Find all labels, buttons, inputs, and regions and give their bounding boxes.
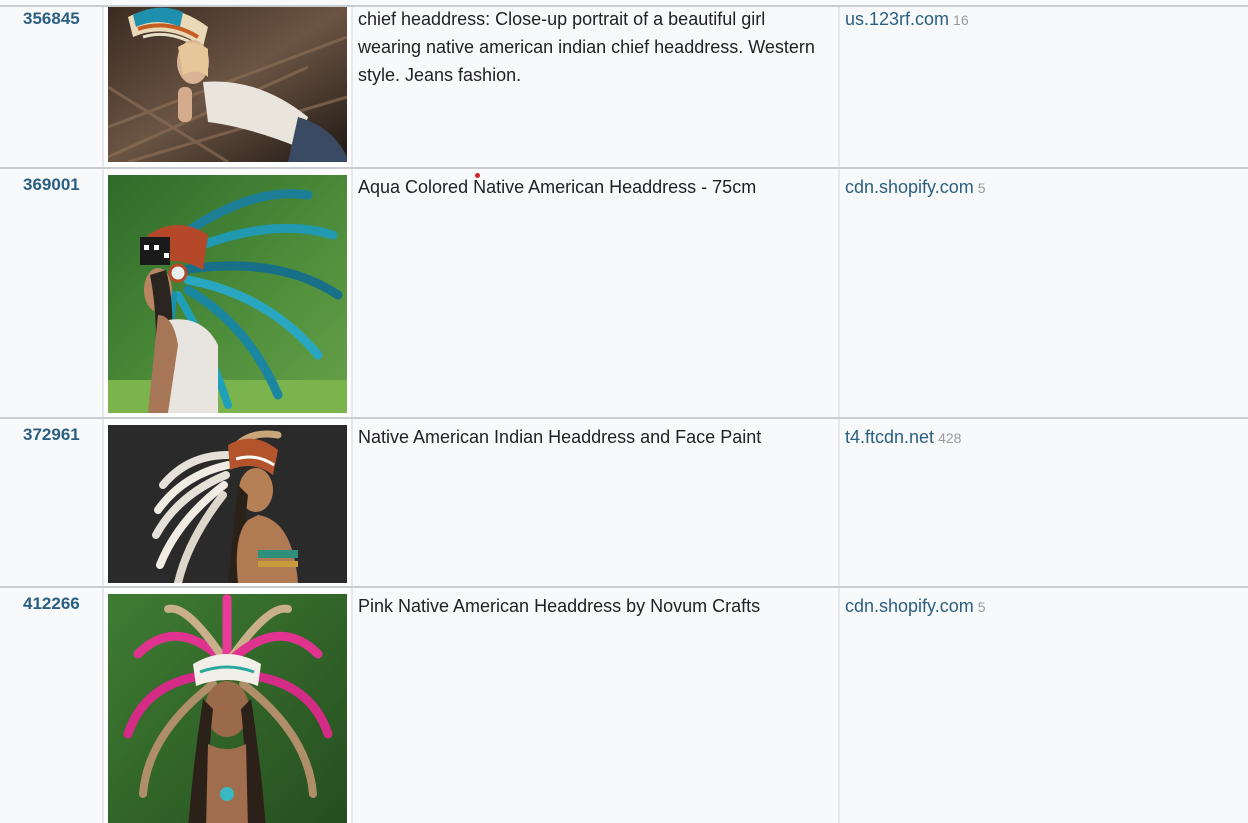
image-cell (104, 588, 351, 823)
caption-text: Aqua Colored Native American Headdress -… (358, 177, 757, 197)
results-table: 356845 chief headdress: Close-up portrai… (0, 0, 1248, 823)
caption-cell: Native American Indian Headdress and Fac… (353, 419, 838, 586)
caption-cell: chief headdress: Close-up portrait of a … (353, 7, 838, 167)
row-id-link[interactable]: 369001 (23, 175, 80, 195)
thumbnail-image[interactable] (108, 7, 347, 162)
source-domain-link[interactable]: t4.ftcdn.net (845, 427, 934, 447)
source-cell: t4.ftcdn.net 428 (840, 419, 1248, 586)
id-cell: 372961 (0, 419, 102, 586)
source-domain-link[interactable]: cdn.shopify.com (845, 177, 974, 197)
row-id-link[interactable]: 412266 (23, 594, 80, 614)
source-info: t4.ftcdn.net 428 (845, 423, 961, 452)
caption-text: Pink Native American Headdress by Novum … (358, 596, 761, 616)
source-domain-link[interactable]: cdn.shopify.com (845, 596, 974, 616)
source-info: us.123rf.com 16 (845, 5, 969, 34)
thumbnail-image[interactable] (108, 425, 347, 583)
id-cell: 356845 (0, 7, 102, 167)
source-info: cdn.shopify.com 5 (845, 173, 986, 202)
image-cell (104, 419, 351, 586)
source-count: 5 (977, 180, 986, 196)
table-row: 356845 chief headdress: Close-up portrai… (0, 7, 1248, 169)
source-count: 428 (938, 430, 962, 446)
source-cell: cdn.shopify.com 5 (840, 588, 1248, 823)
source-info: cdn.shopify.com 5 (845, 592, 986, 621)
source-cell: us.123rf.com 16 (840, 7, 1248, 167)
caption-text: chief headdress: Close-up portrait of a … (358, 9, 815, 85)
source-count: 16 (953, 12, 969, 28)
caption-cell: Aqua Colored Native American Headdress -… (353, 169, 838, 417)
source-cell: cdn.shopify.com 5 (840, 169, 1248, 417)
source-domain-link[interactable]: us.123rf.com (845, 9, 949, 29)
image-cell (104, 169, 351, 417)
table-row: 369001 Aqua Colored Native American Head… (0, 169, 1248, 419)
row-id-link[interactable]: 372961 (23, 425, 80, 445)
image-cell (104, 7, 351, 167)
id-cell: 369001 (0, 169, 102, 417)
thumbnail-image[interactable] (108, 594, 347, 823)
table-row: 372961 Native American Indian Headdress … (0, 419, 1248, 588)
thumbnail-image[interactable] (108, 175, 347, 413)
source-count: 5 (977, 599, 986, 615)
caption-text: Native American Indian Headdress and Fac… (358, 427, 762, 447)
cursor-dot (475, 173, 480, 178)
id-cell: 412266 (0, 588, 102, 823)
table-row: 412266 Pink Native American Headdress by… (0, 588, 1248, 823)
row-id-link[interactable]: 356845 (23, 9, 80, 29)
caption-cell: Pink Native American Headdress by Novum … (353, 588, 838, 823)
